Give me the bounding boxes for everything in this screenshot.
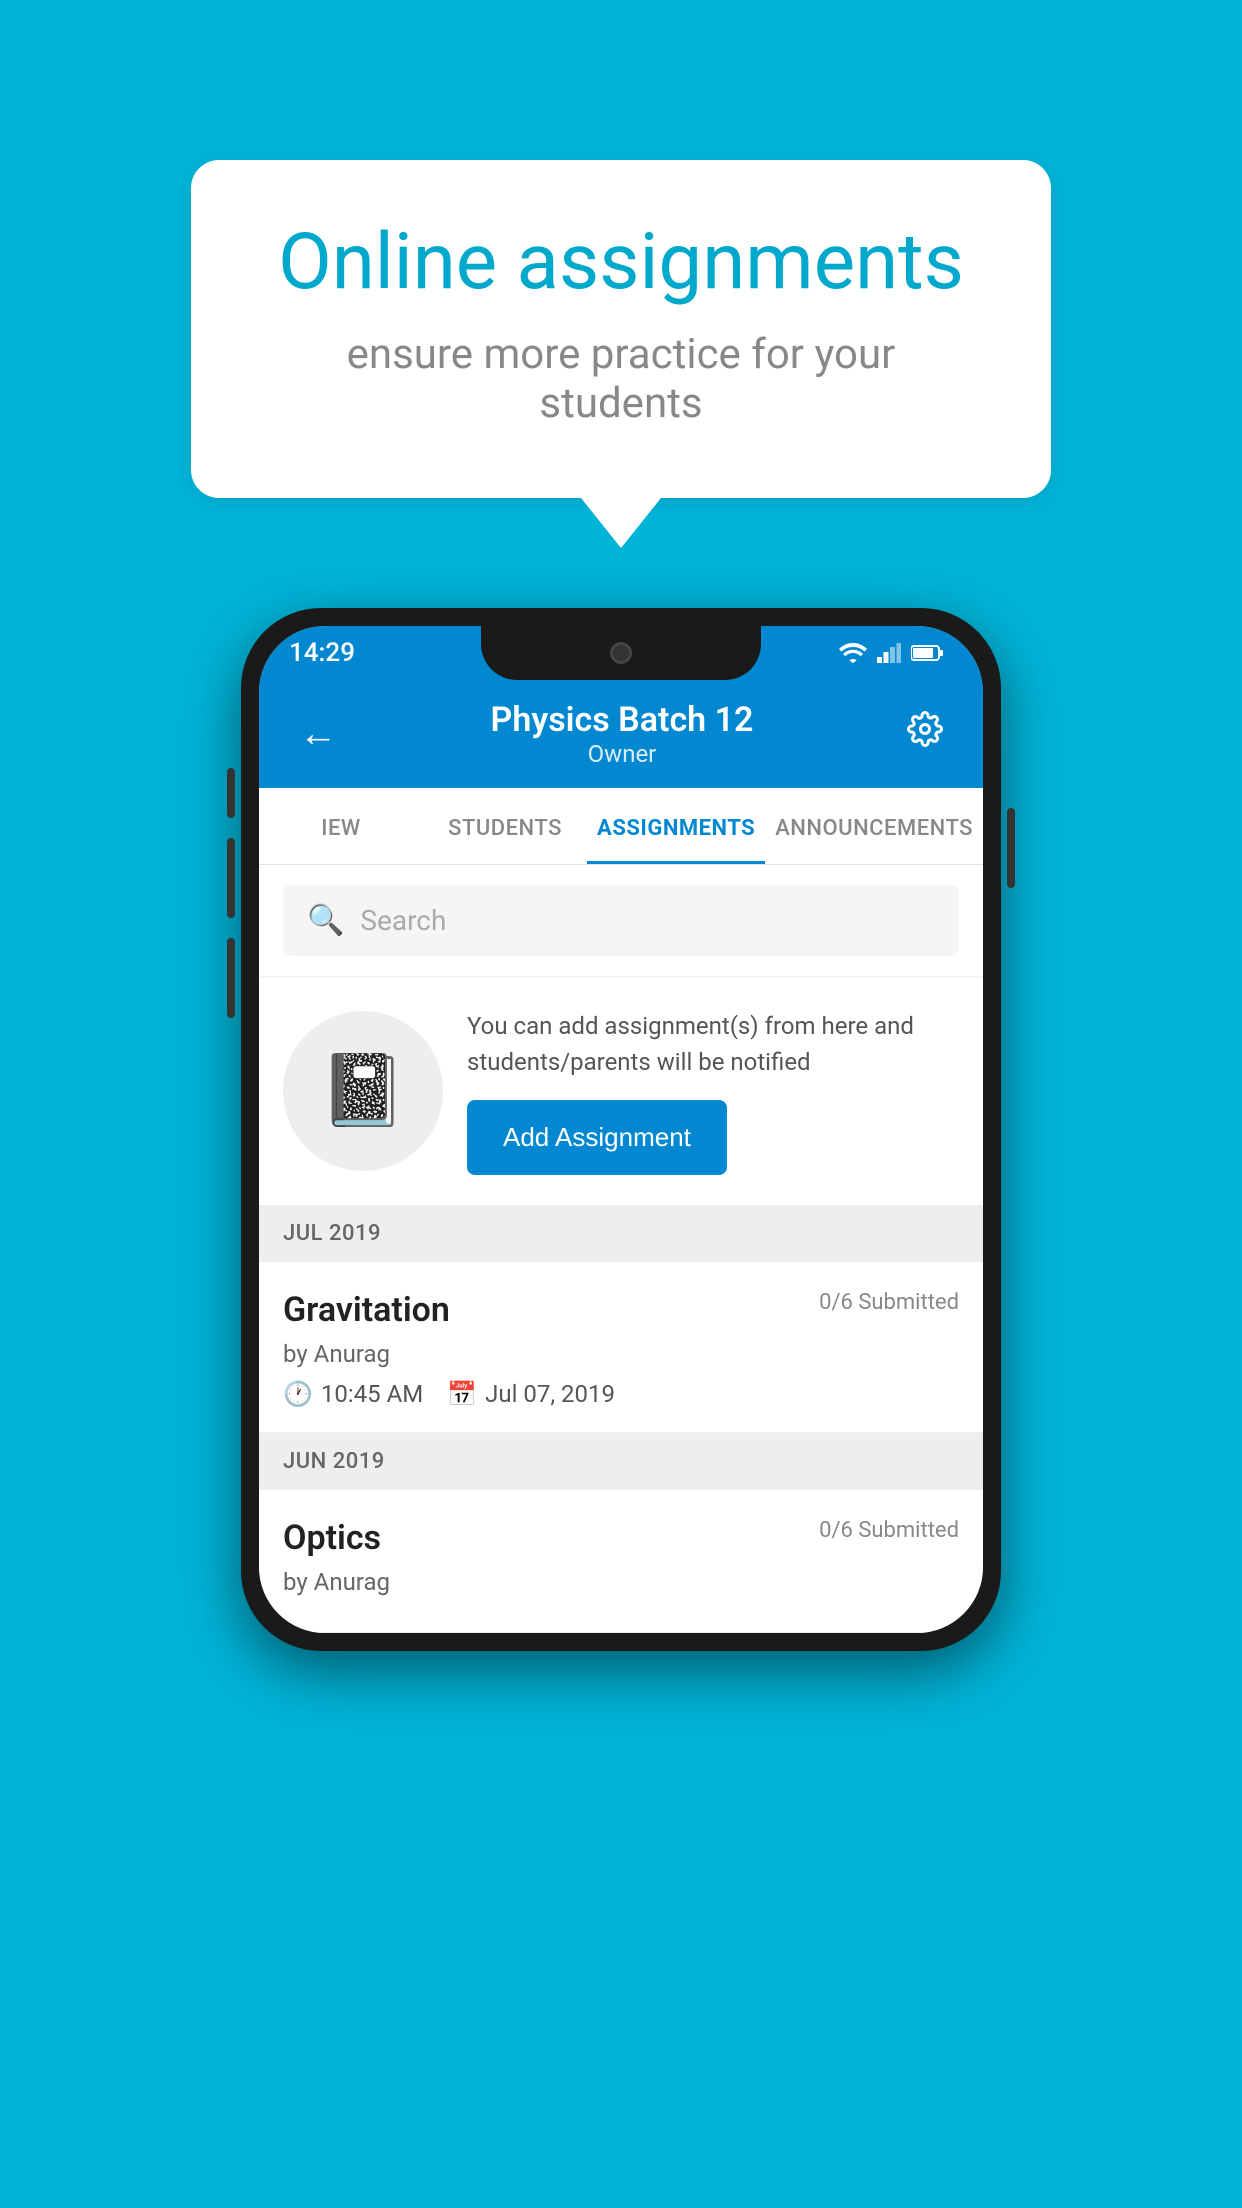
volume-mute-button xyxy=(227,768,235,818)
app-bar-center: Physics Batch 12 Owner xyxy=(491,700,754,768)
phone-wrapper: 14:29 xyxy=(241,608,1001,1651)
search-bar[interactable]: 🔍 Search xyxy=(283,885,959,956)
search-placeholder: Search xyxy=(360,904,446,937)
tab-assignments[interactable]: ASSIGNMENTS xyxy=(587,788,765,864)
section-header-jun: JUN 2019 xyxy=(259,1433,983,1490)
speech-bubble-arrow xyxy=(581,498,661,548)
app-bar: ← Physics Batch 12 Owner xyxy=(259,680,983,788)
phone-outer: 14:29 xyxy=(241,608,1001,1651)
assignment-top-optics: Optics 0/6 Submitted xyxy=(283,1518,959,1558)
tab-overview[interactable]: IEW xyxy=(259,788,423,864)
add-assignment-button[interactable]: Add Assignment xyxy=(467,1100,727,1175)
back-button[interactable]: ← xyxy=(289,702,347,766)
app-bar-subtitle: Owner xyxy=(491,740,754,768)
time-detail: 🕐 10:45 AM xyxy=(283,1380,423,1408)
assignment-author-optics: by Anurag xyxy=(283,1568,959,1596)
assignment-author: by Anurag xyxy=(283,1340,959,1368)
volume-up-button xyxy=(227,838,235,918)
clock-icon: 🕐 xyxy=(283,1380,313,1408)
date-detail: 📅 Jul 07, 2019 xyxy=(447,1380,615,1408)
tab-announcements[interactable]: ANNOUNCEMENTS xyxy=(765,788,983,864)
speech-bubble: Online assignments ensure more practice … xyxy=(191,160,1051,498)
assignment-top: Gravitation 0/6 Submitted xyxy=(283,1290,959,1330)
search-container: 🔍 Search xyxy=(259,865,983,976)
phone-screen: 14:29 xyxy=(259,626,983,1633)
assignment-item-gravitation[interactable]: Gravitation 0/6 Submitted by Anurag 🕐 10… xyxy=(259,1262,983,1433)
notebook-icon: 📓 xyxy=(319,1050,406,1132)
battery-icon xyxy=(911,644,943,662)
speech-bubble-subtitle: ensure more practice for your students xyxy=(261,330,981,428)
speech-bubble-container: Online assignments ensure more practice … xyxy=(191,160,1051,548)
status-icons xyxy=(839,643,943,663)
app-bar-title: Physics Batch 12 xyxy=(491,700,754,740)
assignment-submitted-optics: 0/6 Submitted xyxy=(819,1518,959,1543)
info-content: You can add assignment(s) from here and … xyxy=(467,1008,959,1175)
assignment-details: 🕐 10:45 AM 📅 Jul 07, 2019 xyxy=(283,1380,959,1408)
assignment-item-optics[interactable]: Optics 0/6 Submitted by Anurag xyxy=(259,1490,983,1633)
assignment-title-optics: Optics xyxy=(283,1518,381,1558)
assignment-title: Gravitation xyxy=(283,1290,450,1330)
info-description: You can add assignment(s) from here and … xyxy=(467,1008,959,1080)
calendar-icon: 📅 xyxy=(447,1380,477,1408)
assignment-date: Jul 07, 2019 xyxy=(485,1380,615,1408)
speech-bubble-title: Online assignments xyxy=(261,220,981,306)
power-button xyxy=(1007,808,1015,888)
wifi-icon xyxy=(839,643,867,663)
volume-down-button xyxy=(227,938,235,1018)
section-header-jul: JUL 2019 xyxy=(259,1205,983,1262)
settings-button[interactable] xyxy=(897,701,953,766)
assignment-time: 10:45 AM xyxy=(321,1380,423,1408)
assignment-submitted: 0/6 Submitted xyxy=(819,1290,959,1315)
assignment-icon-circle: 📓 xyxy=(283,1011,443,1171)
search-icon: 🔍 xyxy=(307,903,344,938)
tab-students[interactable]: STUDENTS xyxy=(423,788,587,864)
signal-icon xyxy=(877,643,901,663)
status-time: 14:29 xyxy=(289,638,355,668)
phone-notch xyxy=(481,626,761,680)
tabs-bar: IEW STUDENTS ASSIGNMENTS ANNOUNCEMENTS xyxy=(259,788,983,865)
info-card: 📓 You can add assignment(s) from here an… xyxy=(259,978,983,1205)
camera xyxy=(610,642,632,664)
